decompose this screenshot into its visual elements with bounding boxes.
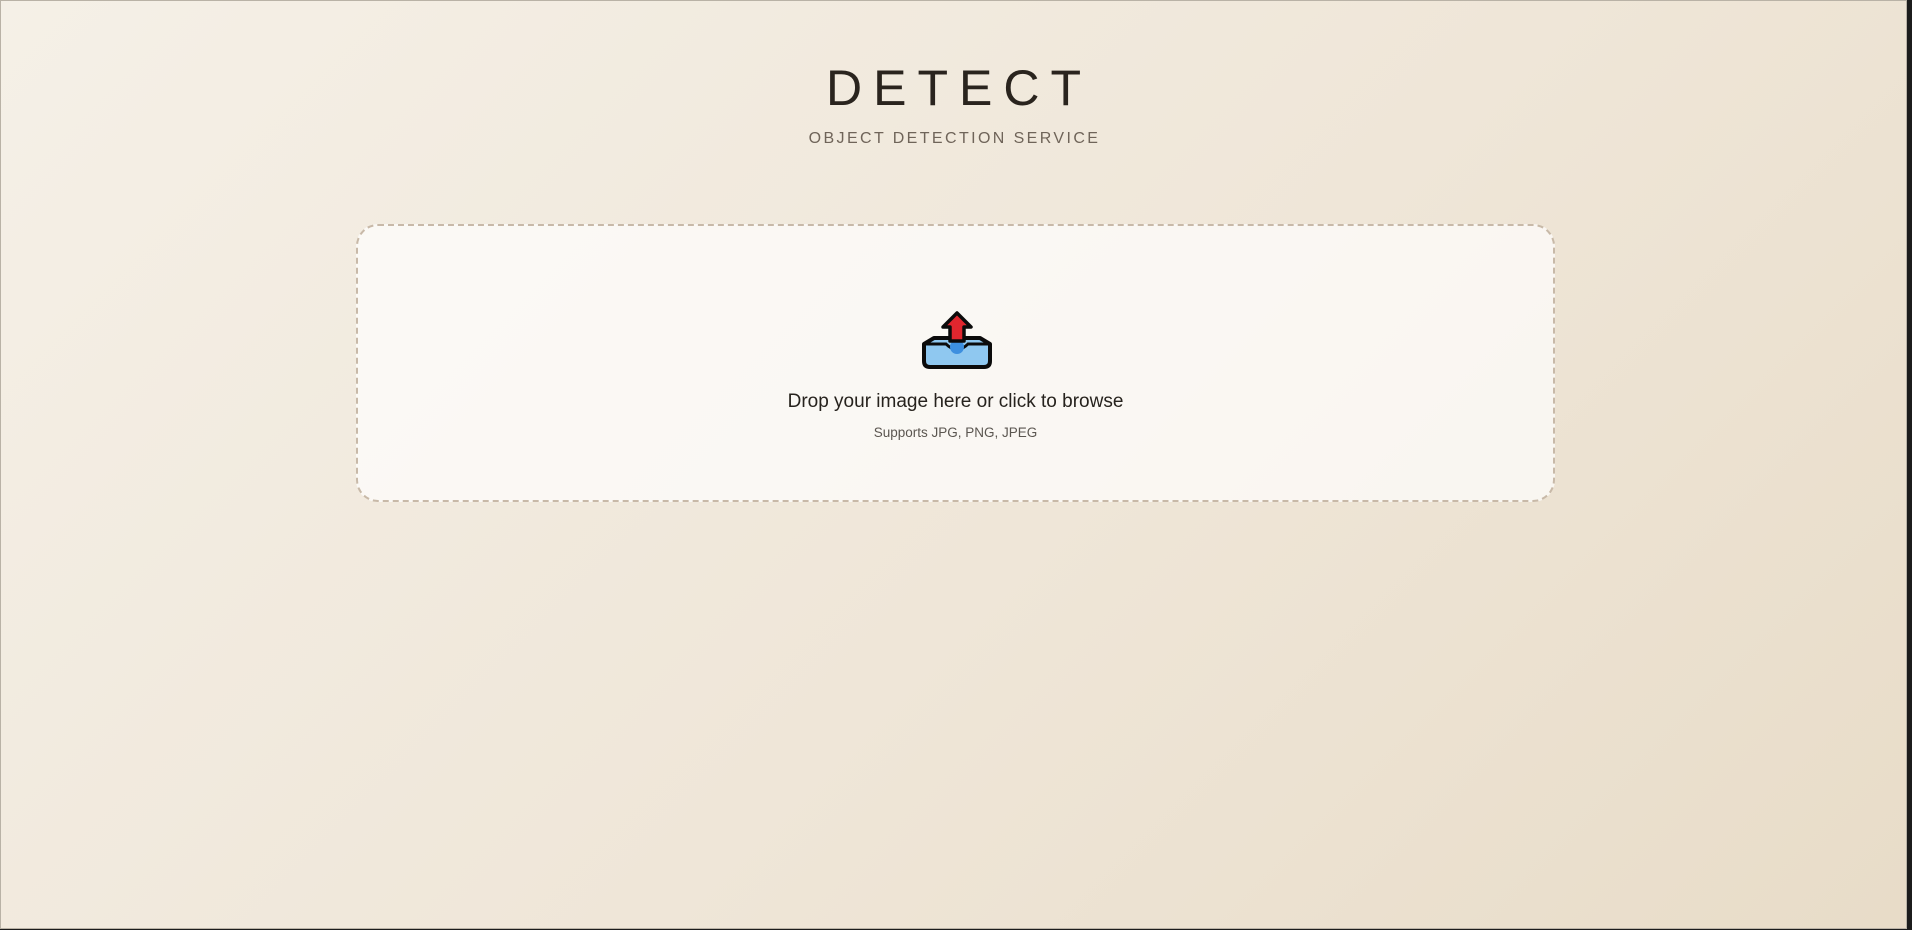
inbox-upload-icon [922,311,992,369]
supported-formats-text: Supports JPG, PNG, JPEG [873,425,1038,440]
page-title: DETECT [826,60,1092,116]
page-subtitle: OBJECT DETECTION SERVICE [808,130,1101,147]
page: DETECT OBJECT DETECTION SERVICE Drop you… [0,0,1907,929]
image-dropzone[interactable]: Drop your image here or click to browse … [356,224,1555,502]
header: DETECT OBJECT DETECTION SERVICE [1,59,1906,149]
dropzone-prompt: Drop your image here or click to browse [787,391,1124,412]
